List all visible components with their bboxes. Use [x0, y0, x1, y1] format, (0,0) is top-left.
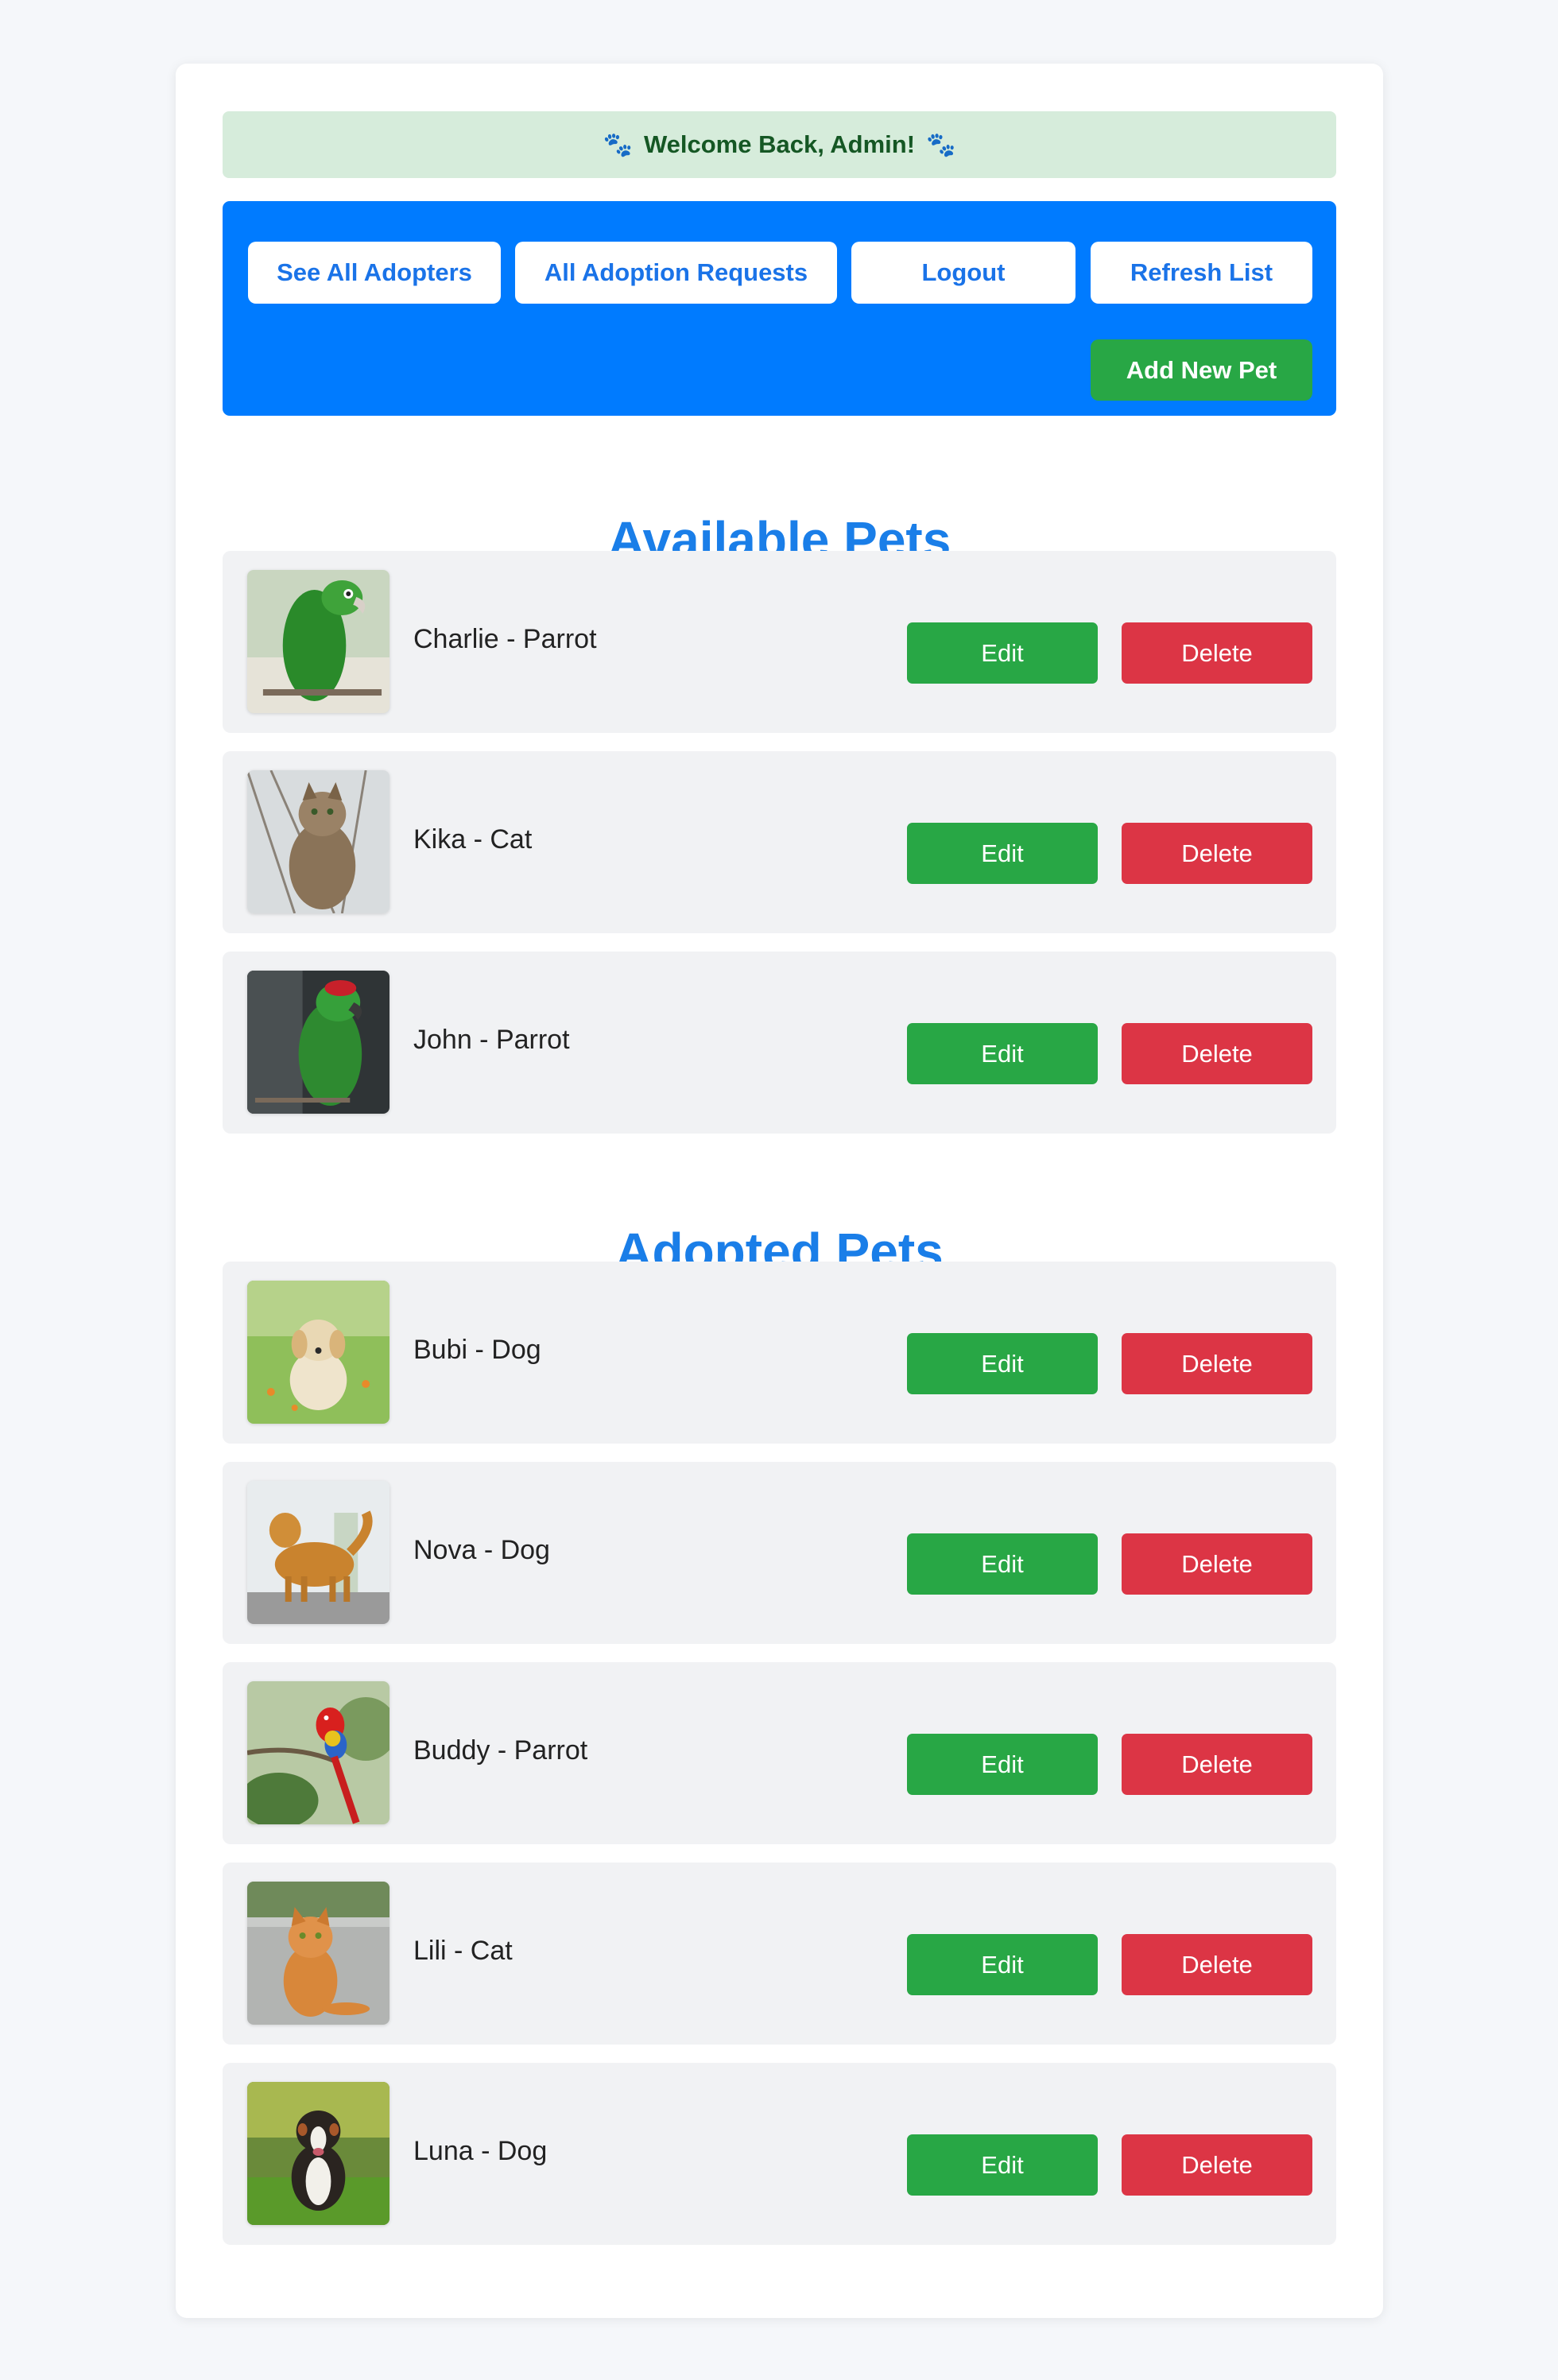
edit-button[interactable]: Edit — [907, 1333, 1098, 1394]
edit-button[interactable]: Edit — [907, 1533, 1098, 1595]
pet-row: Kika - Cat Edit Delete — [223, 751, 1336, 933]
paw-icon: 🐾 — [603, 131, 633, 158]
delete-button[interactable]: Delete — [1122, 823, 1312, 884]
all-adoption-requests-button[interactable]: All Adoption Requests — [515, 242, 837, 304]
edit-button[interactable]: Edit — [907, 622, 1098, 684]
pet-row: John - Parrot Edit Delete — [223, 952, 1336, 1134]
add-new-pet-button[interactable]: Add New Pet — [1091, 339, 1312, 401]
pet-photo — [247, 770, 390, 913]
pet-photo — [247, 570, 390, 713]
pet-photo — [247, 1481, 390, 1624]
pet-photo — [247, 1681, 390, 1824]
pet-photo — [247, 971, 390, 1114]
pet-photo — [247, 1281, 390, 1424]
pet-name: Buddy - Parrot — [413, 1735, 588, 1766]
admin-toolbar: See All Adopters All Adoption Requests L… — [223, 201, 1336, 416]
delete-button[interactable]: Delete — [1122, 1734, 1312, 1795]
pet-row: Charlie - Parrot Edit Delete — [223, 551, 1336, 733]
pet-row: Bubi - Dog Edit Delete — [223, 1262, 1336, 1444]
pet-name: Nova - Dog — [413, 1535, 550, 1565]
pet-row: Buddy - Parrot Edit Delete — [223, 1662, 1336, 1844]
see-all-adopters-button[interactable]: See All Adopters — [248, 242, 501, 304]
pet-name: Bubi - Dog — [413, 1335, 541, 1365]
edit-button[interactable]: Edit — [907, 2134, 1098, 2196]
delete-button[interactable]: Delete — [1122, 2134, 1312, 2196]
pet-name: Lili - Cat — [413, 1936, 513, 1966]
admin-dashboard-card: 🐾 Welcome Back, Admin! 🐾 See All Adopter… — [176, 64, 1383, 2318]
pet-row: Lili - Cat Edit Delete — [223, 1863, 1336, 2045]
delete-button[interactable]: Delete — [1122, 1934, 1312, 1995]
delete-button[interactable]: Delete — [1122, 1023, 1312, 1084]
refresh-list-button[interactable]: Refresh List — [1091, 242, 1312, 304]
delete-button[interactable]: Delete — [1122, 622, 1312, 684]
welcome-text: Welcome Back, Admin! — [643, 130, 916, 158]
pet-name: John - Parrot — [413, 1025, 570, 1055]
welcome-banner: 🐾 Welcome Back, Admin! 🐾 — [223, 111, 1336, 178]
delete-button[interactable]: Delete — [1122, 1333, 1312, 1394]
edit-button[interactable]: Edit — [907, 1734, 1098, 1795]
edit-button[interactable]: Edit — [907, 1934, 1098, 1995]
paw-icon: 🐾 — [926, 131, 956, 158]
pet-photo — [247, 2082, 390, 2225]
edit-button[interactable]: Edit — [907, 823, 1098, 884]
pet-name: Charlie - Parrot — [413, 624, 597, 654]
pet-name: Kika - Cat — [413, 824, 533, 855]
edit-button[interactable]: Edit — [907, 1023, 1098, 1084]
delete-button[interactable]: Delete — [1122, 1533, 1312, 1595]
logout-button[interactable]: Logout — [851, 242, 1075, 304]
pet-row: Luna - Dog Edit Delete — [223, 2063, 1336, 2245]
pet-row: Nova - Dog Edit Delete — [223, 1462, 1336, 1644]
pet-name: Luna - Dog — [413, 2136, 548, 2166]
pet-photo — [247, 1882, 390, 2025]
